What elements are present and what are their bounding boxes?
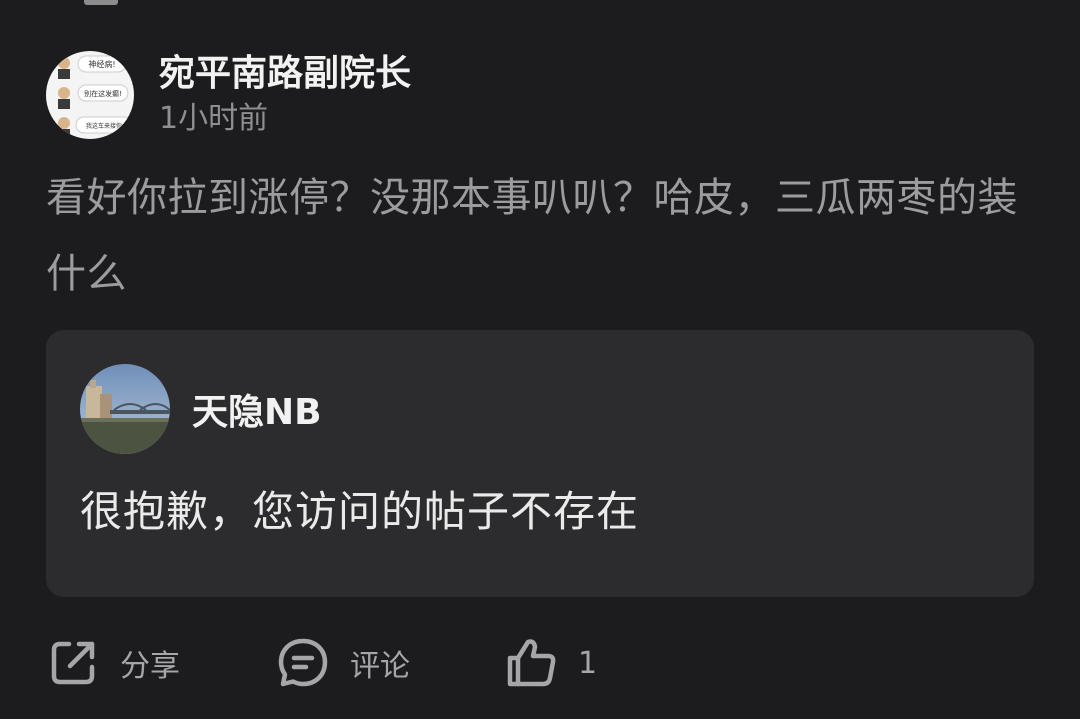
like-button[interactable]: 1 [504, 636, 597, 690]
post-timestamp: 1小时前 [159, 101, 269, 136]
action-bar: 分享 评论 1 [46, 633, 597, 693]
avatar-caption-2: 别在这发癫! [84, 89, 122, 98]
quoted-post-card[interactable]: 天隐NB 很抱歉，您访问的帖子不存在 [46, 330, 1034, 597]
toolbar-fragment [84, 0, 118, 5]
share-label: 分享 [120, 649, 180, 684]
thumbs-up-icon [507, 639, 556, 687]
comment-button[interactable]: 评论 [276, 636, 504, 690]
meme-avatar-image: 神经病! 别在这发癫! 我这车来接你 [46, 51, 134, 139]
comment-label: 评论 [350, 649, 410, 684]
quoted-post-header: 天隐NB [80, 364, 322, 454]
quoted-post-message: 很抱歉，您访问的帖子不存在 [80, 487, 640, 536]
author-name[interactable]: 宛平南路副院长 [159, 51, 411, 97]
quoted-author-avatar[interactable] [80, 364, 170, 454]
comment-icon [278, 638, 328, 687]
avatar-caption-1: 神经病! [88, 59, 115, 69]
share-icon [51, 641, 95, 685]
share-button[interactable]: 分享 [46, 636, 276, 690]
like-count: 1 [578, 645, 598, 681]
bridge-photo-avatar-image [80, 364, 170, 454]
author-avatar[interactable]: 神经病! 别在这发癫! 我这车来接你 [46, 51, 134, 139]
post-header: 神经病! 别在这发癫! 我这车来接你 宛平南路副院长 1小时前 [46, 50, 411, 140]
quoted-author-name[interactable]: 天隐NB [192, 383, 322, 435]
author-meta: 宛平南路副院长 1小时前 [159, 51, 411, 139]
post-content: 看好你拉到涨停？没那本事叭叭？哈皮，三瓜两枣的装什么 [46, 175, 1018, 297]
avatar-caption-3: 我这车来接你 [86, 122, 122, 130]
